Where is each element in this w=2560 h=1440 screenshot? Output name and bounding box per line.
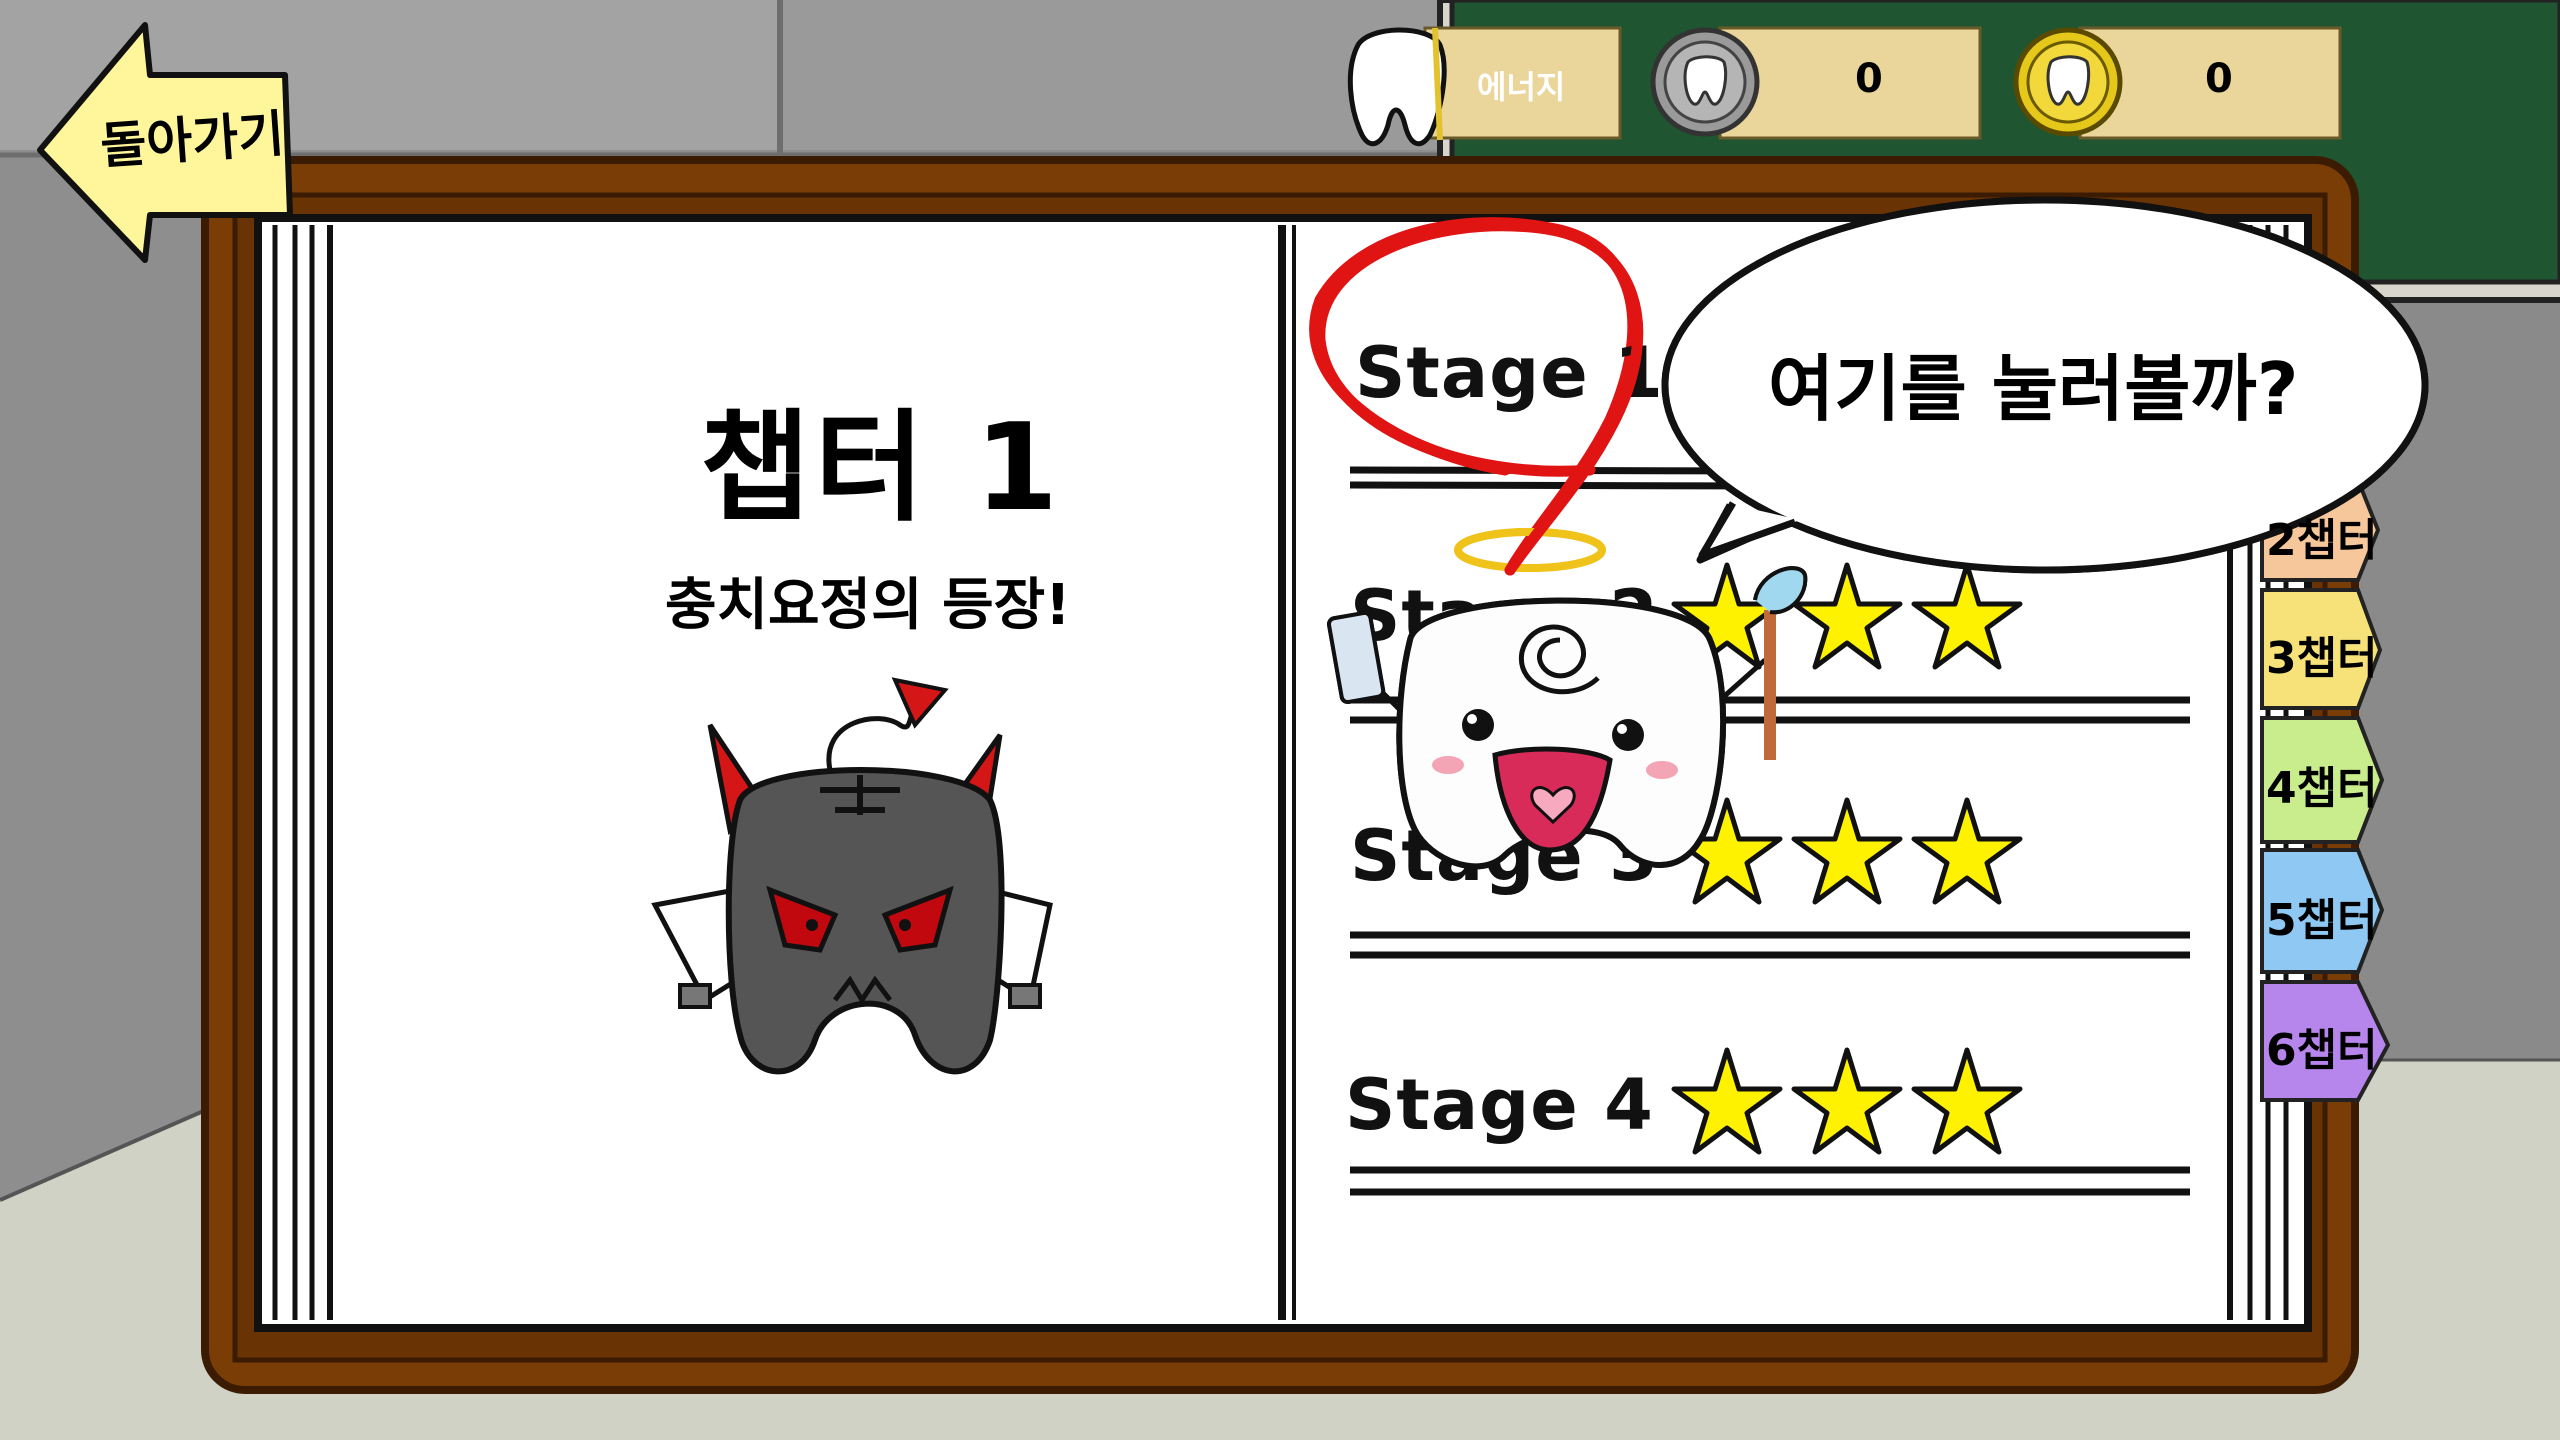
tab-chapter-6-label: 6챕터	[2266, 1025, 2378, 1076]
speech-bubble-text: 여기를 눌러볼까?	[1768, 347, 2299, 431]
tab-chapter-2[interactable]: 2챕터	[2262, 480, 2382, 580]
chapter-subtitle: 충치요정의 등장!	[665, 573, 1071, 638]
hud-energy: 에너지	[1425, 28, 1620, 138]
hud-silver-coins: 0	[1720, 28, 1980, 138]
tab-chapter-4-label: 4챕터	[2266, 763, 2378, 814]
energy-label: 에너지	[1477, 68, 1566, 106]
stage-2-label: Stage 2	[1350, 575, 1659, 657]
tab-chapter-6[interactable]: 6챕터	[2262, 982, 2388, 1100]
tab-chapter-4[interactable]: 4챕터	[2262, 718, 2382, 842]
stage-3-label: Stage 3	[1350, 815, 1659, 897]
stage-1-label: Stage 1	[1355, 332, 1664, 414]
stage-3-button[interactable]: Stage 3	[1345, 800, 1665, 920]
back-button-label: 돌아가기	[98, 104, 287, 176]
back-button[interactable]: 돌아가기	[30, 20, 300, 265]
tab-chapter-5-label: 5챕터	[2266, 895, 2378, 946]
tab-chapter-3-label: 3챕터	[2266, 633, 2378, 684]
tab-chapter-3[interactable]: 3챕터	[2262, 590, 2382, 708]
silver-coin-count: 0	[1855, 56, 1883, 102]
gold-coin-count: 0	[2205, 56, 2233, 102]
tab-chapter-5[interactable]: 5챕터	[2262, 850, 2382, 972]
stage-4-button[interactable]: Stage 4	[1345, 1050, 1665, 1170]
stage-2-button[interactable]: Stage 2	[1345, 560, 1665, 680]
chapter-title: 챕터 1	[700, 399, 1063, 538]
tab-chapter-2-label: 2챕터	[2266, 515, 2378, 566]
hud-gold-coins: 0	[2080, 28, 2340, 138]
stage-1-button[interactable]: Stage 1	[1345, 320, 1665, 440]
stage-4-label: Stage 4	[1345, 1064, 1654, 1146]
